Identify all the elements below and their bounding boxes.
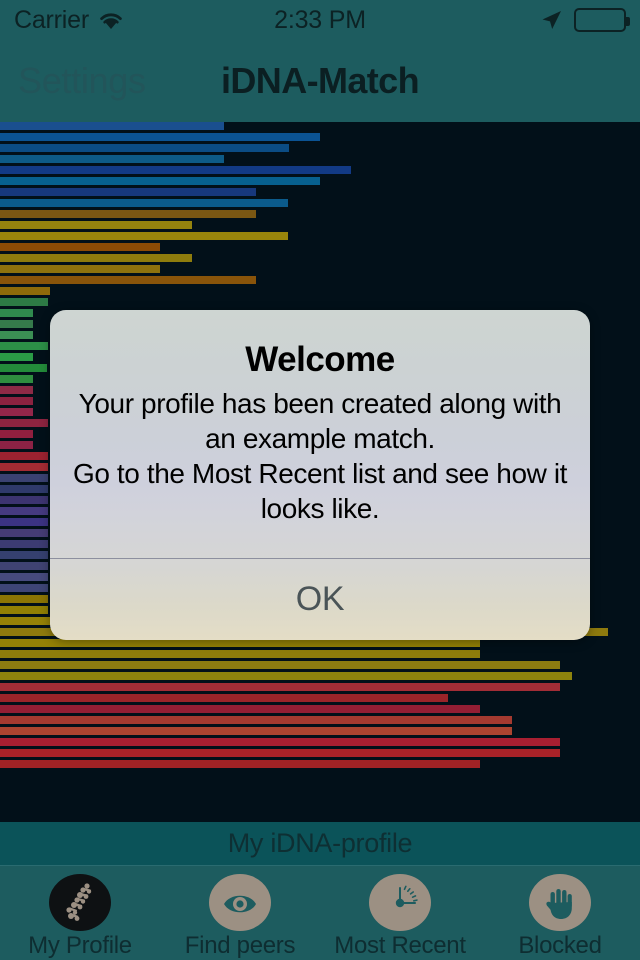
chart-bar — [0, 243, 160, 251]
chart-bar — [0, 716, 512, 724]
alert-ok-button[interactable]: OK — [50, 559, 590, 640]
chart-bar — [0, 551, 48, 559]
gauge-icon — [369, 874, 431, 931]
chart-bar — [0, 166, 351, 174]
chart-bar — [0, 650, 480, 658]
tab-my-profile[interactable]: My Profile — [0, 866, 160, 960]
chart-bar — [0, 144, 289, 152]
chart-bar — [0, 232, 288, 240]
battery-full-icon — [574, 8, 630, 32]
alert-message: Your profile has been created along with… — [72, 388, 568, 524]
chart-bar — [0, 265, 160, 273]
hand-stop-icon — [529, 874, 591, 931]
status-bar-left: Carrier — [14, 6, 540, 35]
chart-bar — [0, 683, 560, 691]
chart-bar — [0, 727, 512, 735]
carrier-label: Carrier — [14, 5, 89, 34]
chart-bar — [0, 639, 480, 647]
chart-bar — [0, 375, 33, 383]
chart-bar — [0, 364, 47, 372]
chart-bar — [0, 397, 33, 405]
chart-bar — [0, 133, 320, 141]
chart-bar — [0, 584, 48, 592]
chart-bar — [0, 430, 33, 438]
chart-bar — [0, 188, 256, 196]
chart-bar — [0, 199, 288, 207]
chart-bar — [0, 573, 48, 581]
wifi-icon — [98, 11, 124, 30]
chart-bar — [0, 386, 33, 394]
tab-label-my-profile: My Profile — [28, 932, 132, 959]
chart-bar — [0, 276, 256, 284]
chart-bar — [0, 309, 33, 317]
chart-bar — [0, 540, 48, 548]
dna-helix-icon — [49, 874, 111, 931]
chart-bar — [0, 408, 33, 416]
profile-banner-label: My iDNA-profile — [227, 828, 413, 858]
chart-bar — [0, 331, 33, 339]
chart-bar — [0, 221, 192, 229]
alert-body: Welcome Your profile has been created al… — [50, 310, 590, 558]
chart-bar — [0, 474, 48, 482]
chart-bar — [0, 353, 33, 361]
chart-bar — [0, 705, 480, 713]
chart-bar — [0, 518, 48, 526]
chart-bar — [0, 507, 48, 515]
alert-title: Welcome — [245, 340, 395, 379]
welcome-alert-dialog: Welcome Your profile has been created al… — [50, 310, 590, 640]
tab-bar: My Profile Find peers Most Recent Blocke… — [0, 866, 640, 960]
chart-bar — [0, 419, 48, 427]
chart-bar — [0, 661, 560, 669]
chart-bar — [0, 694, 448, 702]
profile-banner: My iDNA-profile — [0, 822, 640, 866]
chart-bar — [0, 760, 480, 768]
page-title: iDNA-Match — [221, 60, 420, 101]
navigation-bar: Settings iDNA-Match — [0, 40, 640, 122]
eye-icon — [209, 874, 271, 931]
chart-bar — [0, 177, 320, 185]
alert-ok-label: OK — [295, 580, 345, 618]
chart-bar — [0, 320, 33, 328]
location-arrow-icon — [540, 9, 563, 32]
chart-bar — [0, 749, 560, 757]
chart-bar — [0, 485, 48, 493]
tab-label-blocked: Blocked — [518, 932, 602, 959]
chart-bar — [0, 210, 256, 218]
chart-bar — [0, 287, 50, 295]
app-screen: Carrier 2:33 PM Settings iDNA-Match My i… — [0, 0, 640, 960]
chart-bar — [0, 529, 48, 537]
tab-label-find-peers: Find peers — [184, 932, 296, 959]
tab-find-peers[interactable]: Find peers — [160, 866, 320, 960]
chart-bar — [0, 463, 48, 471]
chart-bar — [0, 672, 572, 680]
chart-bar — [0, 496, 48, 504]
chart-bar — [0, 452, 48, 460]
chart-bar — [0, 441, 33, 449]
chart-bar — [0, 298, 48, 306]
chart-bar — [0, 606, 48, 614]
chart-bar — [0, 562, 48, 570]
chart-bar — [0, 342, 48, 350]
chart-bar — [0, 738, 560, 746]
tab-most-recent[interactable]: Most Recent — [320, 866, 480, 960]
tab-label-most-recent: Most Recent — [334, 932, 466, 959]
chart-bar — [0, 122, 224, 130]
chart-bar — [0, 595, 48, 603]
status-bar: Carrier 2:33 PM — [0, 0, 640, 40]
tab-blocked[interactable]: Blocked — [480, 866, 640, 960]
chart-bar — [0, 155, 224, 163]
chart-bar — [0, 254, 192, 262]
status-bar-right — [540, 8, 630, 32]
